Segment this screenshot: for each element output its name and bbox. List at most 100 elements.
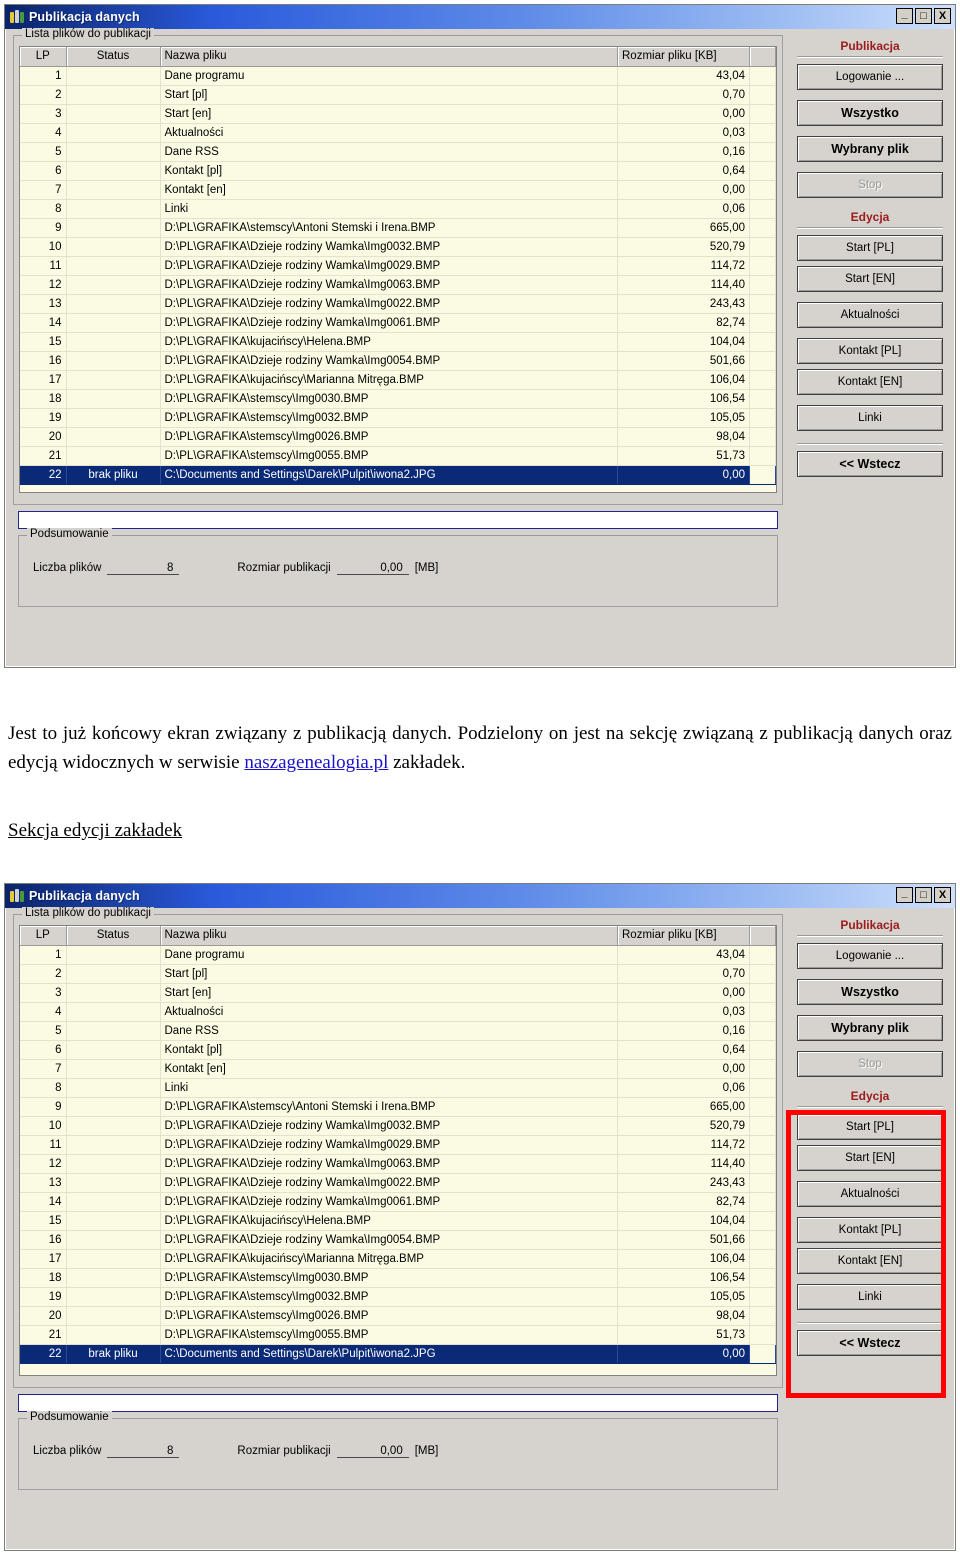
table-row[interactable]: 3 Start [en] 0,00 (20, 983, 776, 1003)
file-list-group: Lista plików do publikacji LP Status Naz… (13, 28, 783, 505)
edit-contact-pl-button[interactable]: Kontakt [PL] (797, 338, 943, 364)
table-row[interactable]: 18 D:\PL\GRAFIKA\stemscy\Img0030.BMP 106,5… (20, 389, 776, 409)
table-row[interactable]: 6 Kontakt [pl] 0,64 (20, 1040, 776, 1060)
cell-filesize: 0,70 (617, 964, 750, 984)
column-header-lp[interactable]: LP (20, 926, 67, 946)
table-row[interactable]: 5 Dane RSS 0,16 (20, 1021, 776, 1041)
file-table-wrapper[interactable]: LP Status Nazwa pliku Rozmiar pliku [KB]… (19, 925, 777, 1376)
column-header-filesize[interactable]: Rozmiar pliku [KB] (617, 926, 750, 946)
cell-filename: Kontakt [en] (160, 180, 618, 200)
table-row[interactable]: 22 brak pliku C:\Documents and Settings\Da… (20, 1344, 776, 1364)
cell-lp: 19 (20, 408, 67, 428)
table-row[interactable]: 15 D:\PL\GRAFIKA\kujacińscy\Helena.BMP 104… (20, 1211, 776, 1231)
cell-filename: D:\PL\GRAFIKA\kujacińscy\Helena.BMP (160, 1211, 618, 1231)
table-row[interactable]: 14 D:\PL\GRAFIKA\Dzieje rodziny Wamka\Img… (20, 313, 776, 333)
table-row[interactable]: 1 Dane programu 43,04 (20, 945, 776, 965)
column-header-filename[interactable]: Nazwa pliku (160, 926, 618, 946)
table-row[interactable]: 11 D:\PL\GRAFIKA\Dzieje rodziny Wamka\Img… (20, 1135, 776, 1155)
table-row[interactable]: 17 D:\PL\GRAFIKA\kujacińscy\Marianna Mitr… (20, 370, 776, 390)
publish-selected-file-button[interactable]: Wybrany plik (797, 136, 943, 162)
maximize-button[interactable]: □ (915, 887, 932, 903)
back-button[interactable]: << Wstecz (797, 451, 943, 477)
table-row[interactable]: 9 D:\PL\GRAFIKA\stemscy\Antoni Stemski i … (20, 218, 776, 238)
column-header-filename[interactable]: Nazwa pliku (160, 47, 618, 67)
table-row[interactable]: 16 D:\PL\GRAFIKA\Dzieje rodziny Wamka\Img… (20, 351, 776, 371)
login-button[interactable]: Logowanie ... (797, 64, 943, 90)
edit-start-en-button[interactable]: Start [EN] (797, 1145, 943, 1171)
edit-news-button[interactable]: Aktualności (797, 302, 943, 328)
stop-button[interactable]: Stop (797, 1051, 943, 1077)
table-header-row: LP Status Nazwa pliku Rozmiar pliku [KB] (20, 926, 776, 946)
table-row[interactable]: 8 Linki 0,06 (20, 199, 776, 219)
column-header-status[interactable]: Status (66, 926, 161, 946)
cell-filename: C:\Documents and Settings\Darek\Pulpit\i… (160, 1344, 618, 1364)
table-row[interactable]: 6 Kontakt [pl] 0,64 (20, 161, 776, 181)
edit-contact-en-button[interactable]: Kontakt [EN] (797, 1248, 943, 1274)
table-row[interactable]: 22 brak pliku C:\Documents and Settings\Da… (20, 465, 776, 485)
cell-filesize: 104,04 (617, 332, 750, 352)
table-row[interactable]: 18 D:\PL\GRAFIKA\stemscy\Img0030.BMP 106,5… (20, 1268, 776, 1288)
edit-links-button[interactable]: Linki (797, 1284, 943, 1310)
column-header-filesize[interactable]: Rozmiar pliku [KB] (617, 47, 750, 67)
edit-contact-pl-button[interactable]: Kontakt [PL] (797, 1217, 943, 1243)
naszagenealogia-link[interactable]: naszagenealogia.pl (244, 752, 388, 773)
edit-start-pl-button[interactable]: Start [PL] (797, 235, 943, 261)
column-header-lp[interactable]: LP (20, 47, 67, 67)
table-row[interactable]: 12 D:\PL\GRAFIKA\Dzieje rodziny Wamka\Img… (20, 1154, 776, 1174)
table-row[interactable]: 21 D:\PL\GRAFIKA\stemscy\Img0055.BMP 51,73 (20, 1325, 776, 1345)
title-bar[interactable]: Publikacja danych _ □ X (5, 884, 955, 908)
table-row[interactable]: 5 Dane RSS 0,16 (20, 142, 776, 162)
table-row[interactable]: 14 D:\PL\GRAFIKA\Dzieje rodziny Wamka\Img… (20, 1192, 776, 1212)
table-row[interactable]: 7 Kontakt [en] 0,00 (20, 1059, 776, 1079)
table-row[interactable]: 10 D:\PL\GRAFIKA\Dzieje rodziny Wamka\Img… (20, 1116, 776, 1136)
table-row[interactable]: 9 D:\PL\GRAFIKA\stemscy\Antoni Stemski i … (20, 1097, 776, 1117)
cell-spacer (749, 218, 776, 238)
table-row[interactable]: 1 Dane programu 43,04 (20, 66, 776, 86)
login-button[interactable]: Logowanie ... (797, 943, 943, 969)
table-row[interactable]: 11 D:\PL\GRAFIKA\Dzieje rodziny Wamka\Img… (20, 256, 776, 276)
table-row[interactable]: 12 D:\PL\GRAFIKA\Dzieje rodziny Wamka\Img… (20, 275, 776, 295)
publication-window-top: Publikacja danych _ □ X Lista plików do … (4, 4, 956, 668)
publish-all-button[interactable]: Wszystko (797, 100, 943, 126)
minimize-button[interactable]: _ (896, 887, 913, 903)
publish-selected-file-button[interactable]: Wybrany plik (797, 1015, 943, 1041)
edit-news-button[interactable]: Aktualności (797, 1181, 943, 1207)
table-row[interactable]: 20 D:\PL\GRAFIKA\stemscy\Img0026.BMP 98,04 (20, 1306, 776, 1326)
table-row[interactable]: 16 D:\PL\GRAFIKA\Dzieje rodziny Wamka\Img… (20, 1230, 776, 1250)
column-header-status[interactable]: Status (66, 47, 161, 67)
file-table-wrapper[interactable]: LP Status Nazwa pliku Rozmiar pliku [KB]… (19, 46, 777, 493)
table-row[interactable]: 15 D:\PL\GRAFIKA\kujacińscy\Helena.BMP 104… (20, 332, 776, 352)
table-row[interactable]: 17 D:\PL\GRAFIKA\kujacińscy\Marianna Mitr… (20, 1249, 776, 1269)
edit-start-pl-button[interactable]: Start [PL] (797, 1114, 943, 1140)
table-row[interactable]: 8 Linki 0,06 (20, 1078, 776, 1098)
file-list-legend: Lista plików do publikacji (22, 28, 154, 40)
file-count-label: Liczba plików (33, 562, 102, 574)
close-button[interactable]: X (934, 887, 951, 903)
table-row[interactable]: 10 D:\PL\GRAFIKA\Dzieje rodziny Wamka\Img… (20, 237, 776, 257)
publish-all-button[interactable]: Wszystko (797, 979, 943, 1005)
table-row[interactable]: 21 D:\PL\GRAFIKA\stemscy\Img0055.BMP 51,73 (20, 446, 776, 466)
table-row[interactable]: 13 D:\PL\GRAFIKA\Dzieje rodziny Wamka\Img… (20, 1173, 776, 1193)
edit-links-button[interactable]: Linki (797, 405, 943, 431)
back-button[interactable]: << Wstecz (797, 1330, 943, 1356)
maximize-button[interactable]: □ (915, 8, 932, 24)
table-row[interactable]: 7 Kontakt [en] 0,00 (20, 180, 776, 200)
section-title-publication: Publikacja (840, 39, 900, 53)
table-row[interactable]: 19 D:\PL\GRAFIKA\stemscy\Img0032.BMP 105,0… (20, 1287, 776, 1307)
close-button[interactable]: X (934, 8, 951, 24)
edit-start-en-button[interactable]: Start [EN] (797, 266, 943, 292)
table-row[interactable]: 2 Start [pl] 0,70 (20, 85, 776, 105)
table-row[interactable]: 20 D:\PL\GRAFIKA\stemscy\Img0026.BMP 98,04 (20, 427, 776, 447)
cell-filesize: 0,03 (617, 123, 750, 143)
minimize-button[interactable]: _ (896, 8, 913, 24)
stop-button[interactable]: Stop (797, 172, 943, 198)
table-row[interactable]: 3 Start [en] 0,00 (20, 104, 776, 124)
table-row[interactable]: 4 Aktualności 0,03 (20, 123, 776, 143)
cell-status (66, 1268, 161, 1288)
table-row[interactable]: 4 Aktualności 0,03 (20, 1002, 776, 1022)
title-bar[interactable]: Publikacja danych _ □ X (5, 5, 955, 29)
table-row[interactable]: 2 Start [pl] 0,70 (20, 964, 776, 984)
table-row[interactable]: 13 D:\PL\GRAFIKA\Dzieje rodziny Wamka\Img… (20, 294, 776, 314)
edit-contact-en-button[interactable]: Kontakt [EN] (797, 369, 943, 395)
table-row[interactable]: 19 D:\PL\GRAFIKA\stemscy\Img0032.BMP 105,0… (20, 408, 776, 428)
